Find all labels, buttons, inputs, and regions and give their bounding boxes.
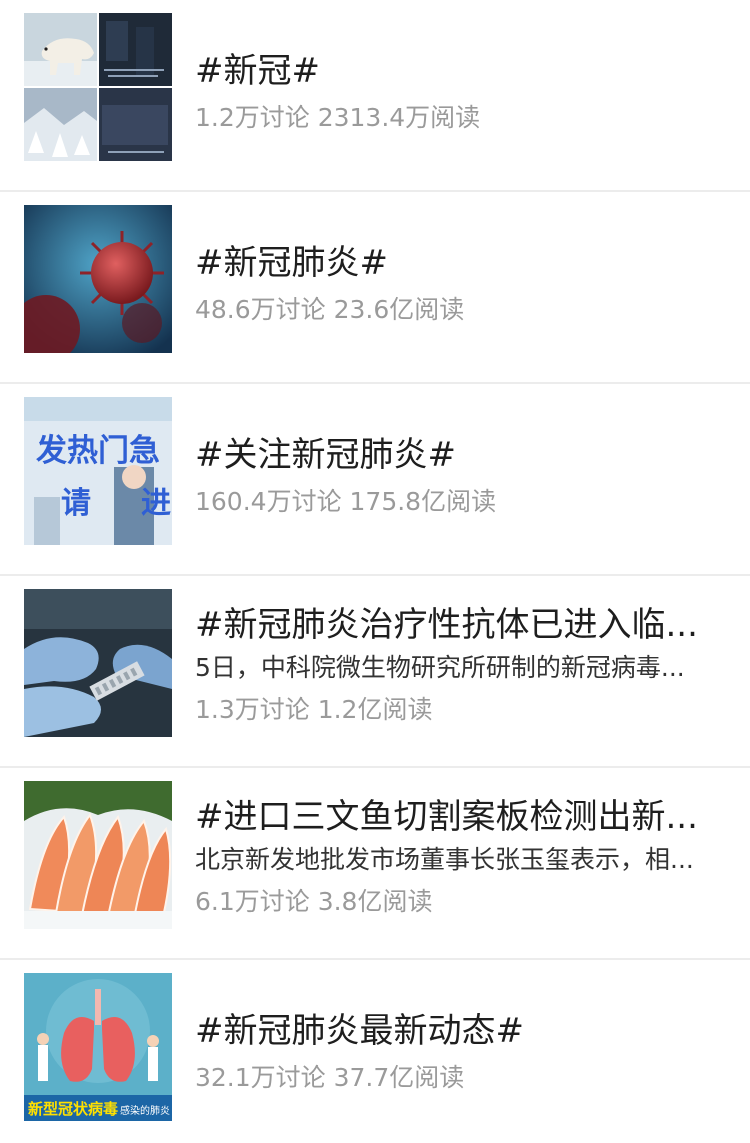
topic-stats: 1.3万讨论 1.2亿阅读: [195, 695, 433, 724]
topic-title[interactable]: #新冠#: [195, 50, 720, 92]
topic-title[interactable]: #新冠肺炎最新动态#: [195, 1010, 720, 1052]
thumb-sign-text: 请: [61, 486, 91, 521]
topic-item[interactable]: 新型冠状病毒 感染的肺炎 #新冠肺炎最新动态# 32.1万讨论 37.7亿阅读: [0, 960, 750, 1143]
topic-stats: 48.6万讨论 23.6亿阅读: [195, 295, 465, 324]
topic-item[interactable]: #新冠肺炎# 48.6万讨论 23.6亿阅读: [0, 192, 750, 384]
topic-stats: 6.1万讨论 3.8亿阅读: [195, 887, 433, 916]
topic-stats: 160.4万讨论 175.8亿阅读: [195, 487, 497, 516]
topic-title[interactable]: #新冠肺炎#: [195, 242, 720, 284]
topic-description: 5日，中科院微生物研究所研制的新冠病毒...: [195, 653, 685, 682]
thumb-sign-text: 进: [141, 486, 171, 521]
topic-item[interactable]: #新冠# 1.2万讨论 2313.4万阅读: [0, 0, 750, 192]
polar-bear-collage-thumbnail[interactable]: [24, 13, 172, 161]
gloved-hands-lab-thumbnail[interactable]: [24, 589, 172, 737]
salmon-slices-thumbnail[interactable]: [24, 781, 172, 929]
topic-stats: 1.2万讨论 2313.4万阅读: [195, 103, 481, 132]
topic-title[interactable]: #新冠肺炎治疗性抗体已进入临...: [195, 604, 720, 646]
thumb-sign-text: 发热门急: [35, 433, 160, 469]
thumb-banner-text: 新型冠状病毒: [28, 1100, 118, 1118]
topic-title[interactable]: #关注新冠肺炎#: [195, 434, 720, 476]
topic-list: #新冠# 1.2万讨论 2313.4万阅读 #新冠肺炎# 48.6万讨论 23.…: [0, 0, 750, 1143]
topic-description: 北京新发地批发市场董事长张玉玺表示，相...: [195, 845, 694, 874]
topic-stats: 32.1万讨论 37.7亿阅读: [195, 1063, 465, 1092]
fever-clinic-thumbnail[interactable]: 发热门急 请 进: [24, 397, 172, 545]
virus-thumbnail[interactable]: [24, 205, 172, 353]
topic-item[interactable]: #进口三文鱼切割案板检测出新... 北京新发地批发市场董事长张玉玺表示，相...…: [0, 768, 750, 960]
thumb-banner-text: 感染的肺炎: [120, 1104, 170, 1117]
topic-title[interactable]: #进口三文鱼切割案板检测出新...: [195, 796, 720, 838]
lungs-illustration-thumbnail[interactable]: 新型冠状病毒 感染的肺炎: [24, 973, 172, 1121]
topic-item[interactable]: 发热门急 请 进 #关注新冠肺炎# 160.4万讨论 175.8亿阅读: [0, 384, 750, 576]
topic-item[interactable]: #新冠肺炎治疗性抗体已进入临... 5日，中科院微生物研究所研制的新冠病毒...…: [0, 576, 750, 768]
